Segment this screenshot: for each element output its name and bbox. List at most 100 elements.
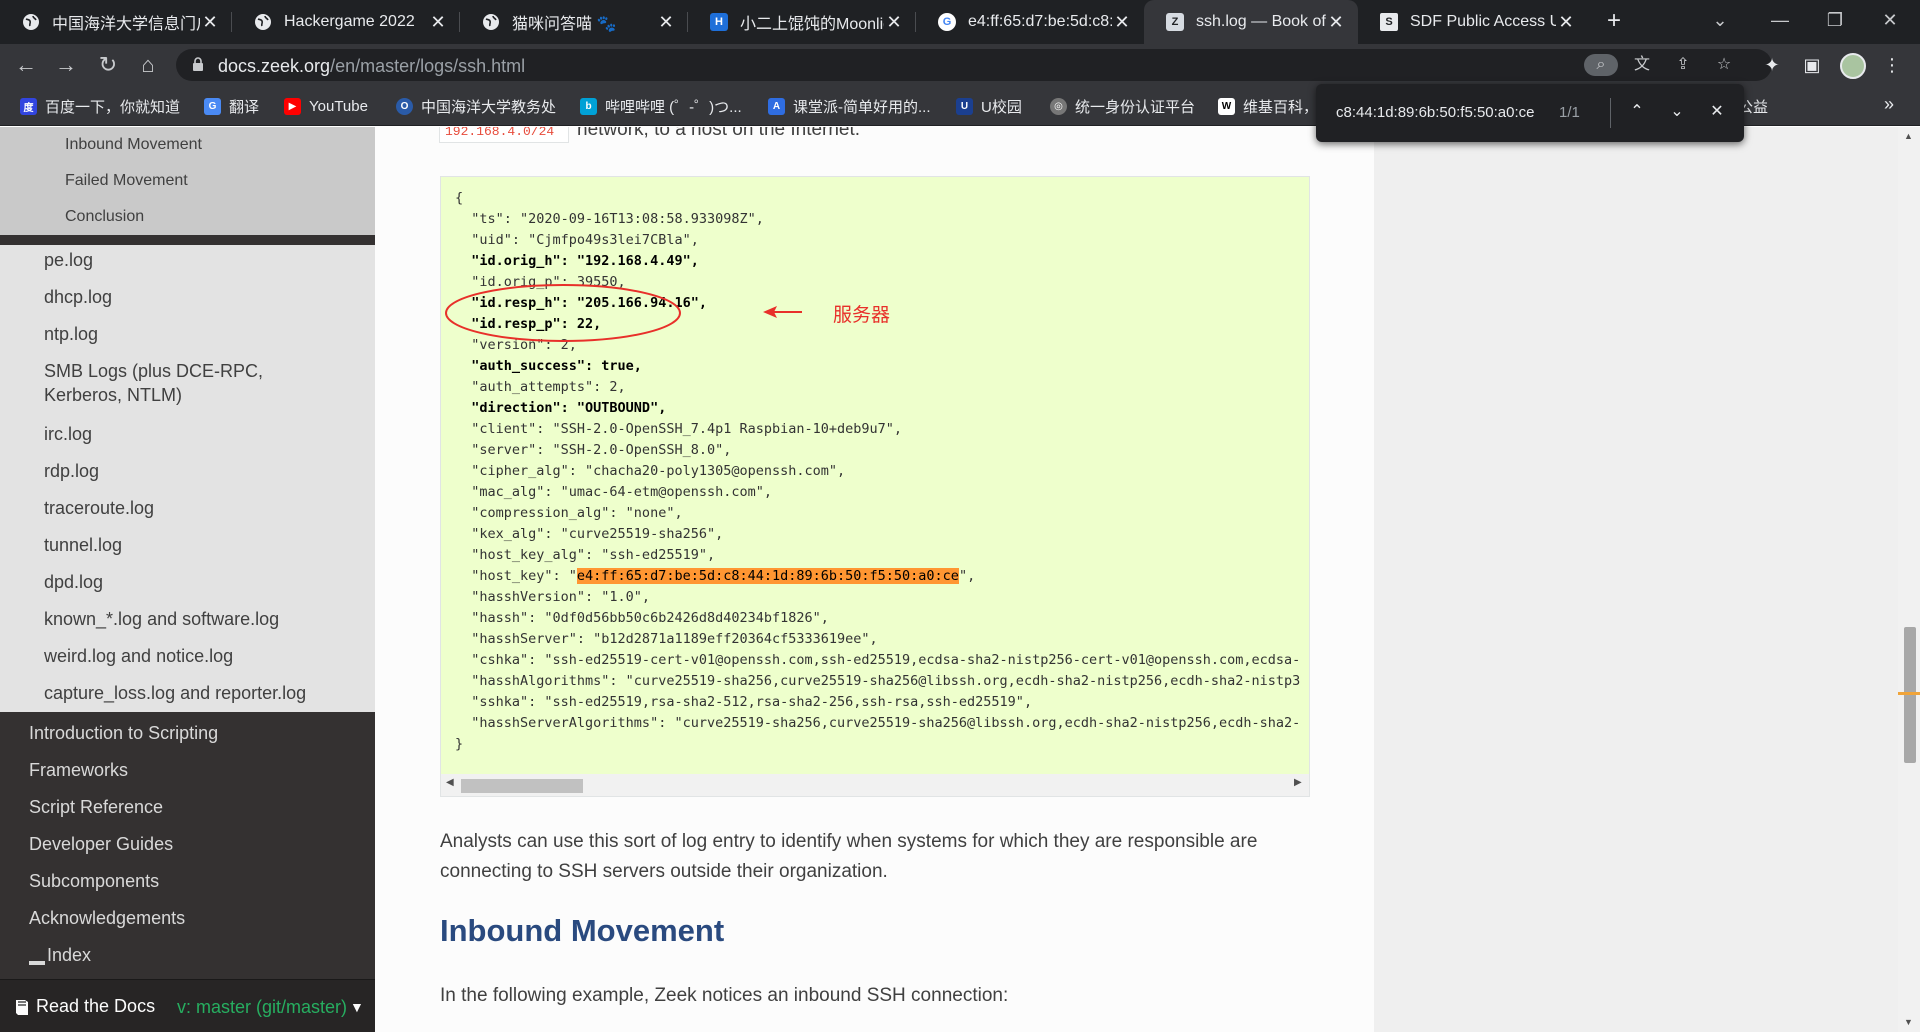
code-line: "sshka": "ssh-ed25519,rsa-sha2-512,rsa-s…	[455, 694, 1033, 710]
sidebar-item-smb-logs-cont[interactable]: Kerberos, NTLM)	[0, 383, 375, 407]
new-tab-button[interactable]: +	[1600, 8, 1628, 36]
partial-paragraph: network, to a host on the Internet.	[577, 127, 861, 140]
sidebar-item-intro-scripting[interactable]: Introduction to Scripting	[0, 721, 375, 745]
close-icon[interactable]: ✕	[884, 12, 904, 33]
find-next-button[interactable]: ⌄	[1666, 101, 1688, 123]
code-line: "uid": "Cjmfpo49s3lei7CBla",	[455, 232, 699, 248]
tab-hackergame[interactable]: Hackergame 2022 ✕	[232, 0, 460, 44]
lock-icon	[193, 57, 203, 71]
sidebar-item-weird-log[interactable]: weird.log and notice.log	[0, 644, 375, 668]
globe-icon	[254, 13, 272, 31]
close-icon[interactable]: ✕	[1556, 12, 1576, 33]
sidebar-item-known-log[interactable]: known_*.log and software.log	[0, 607, 375, 631]
sidebar-item-traceroute-log[interactable]: traceroute.log	[0, 496, 375, 520]
scrollbar-thumb[interactable]	[461, 779, 583, 793]
bookmark-label: 哔哩哔哩 (゜-゜)つ...	[605, 98, 742, 116]
bookmark-baidu[interactable]: 度百度一下，你就知道	[20, 96, 180, 116]
sidebar-item-subcomponents[interactable]: Subcomponents	[0, 869, 375, 893]
sidebar-item-pe-log[interactable]: pe.log	[0, 248, 375, 272]
sidebar-item-inbound-movement[interactable]: Inbound Movement	[0, 127, 375, 163]
tab-google-search[interactable]: G e4:ff:65:d7:be:5d:c8:44 ✕	[916, 0, 1144, 44]
sidebar-item-acknowledgements[interactable]: Acknowledgements	[0, 906, 375, 930]
code-line: "hasshServer": "b12d2871a1189eff20364cf5…	[455, 631, 878, 647]
bookmark-bilibili[interactable]: b 哔哩哔哩 (゜-゜)つ...	[580, 96, 742, 116]
close-icon[interactable]: ✕	[428, 12, 448, 33]
tab-strip: 中国海洋大学信息门户 ✕ Hackergame 2022 ✕ 猫咪问答喵 🐾 ✕…	[0, 0, 1920, 44]
find-in-page-icon[interactable]: ⌕	[1584, 54, 1618, 76]
bookmark-ketangpai[interactable]: A 课堂派-简单好用的...	[768, 96, 931, 116]
bookmark-u-campus[interactable]: U U校园	[956, 96, 1022, 116]
tab-search-icon[interactable]: ⌄	[1690, 0, 1750, 44]
back-button[interactable]: ←	[12, 51, 40, 79]
scroll-right-icon[interactable]: ▶	[1294, 777, 1302, 788]
bookmarks-overflow-icon[interactable]: »	[1884, 94, 1894, 115]
close-icon[interactable]: ✕	[200, 12, 220, 33]
bookmark-auth[interactable]: ◎ 统一身份认证平台	[1050, 96, 1195, 116]
scrollbar-thumb[interactable]	[1904, 627, 1916, 763]
read-the-docs-bar[interactable]: Read the Docs v: master (git/master) ▼	[0, 979, 375, 1032]
translate-icon[interactable]: 文	[1630, 54, 1654, 76]
sidebar-item-script-reference[interactable]: Script Reference	[0, 795, 375, 819]
profile-avatar[interactable]	[1840, 53, 1866, 79]
sidebar-item-dpd-log[interactable]: dpd.log	[0, 570, 375, 594]
reload-button[interactable]: ↻	[94, 51, 122, 79]
find-previous-button[interactable]: ⌃	[1626, 101, 1648, 123]
sidebar-item-dhcp-log[interactable]: dhcp.log	[0, 285, 375, 309]
bookmark-youtube[interactable]: ▶ YouTube	[284, 96, 368, 116]
tab-ssh-log[interactable]: Z ssh.log — Book of Zeek ✕	[1144, 0, 1358, 44]
sidebar-item-rdp-log[interactable]: rdp.log	[0, 459, 375, 483]
bookmark-translate[interactable]: G 翻译	[204, 96, 259, 116]
scroll-up-icon[interactable]: ▲	[1904, 131, 1913, 141]
forward-button[interactable]: →	[52, 51, 80, 79]
section-heading: Inbound Movement	[440, 913, 725, 948]
sidebar-item-conclusion[interactable]: Conclusion	[0, 199, 375, 235]
tab-ouc-portal[interactable]: 中国海洋大学信息门户 ✕	[0, 0, 232, 44]
restore-button[interactable]: ❐	[1805, 0, 1865, 44]
tab-moonlight[interactable]: H 小二上馄饨的Moonlight ✕	[688, 0, 916, 44]
bookmark-star-icon[interactable]: ☆	[1712, 54, 1736, 76]
sidebar-item-frameworks[interactable]: Frameworks	[0, 758, 375, 782]
version-selector[interactable]: v: master (git/master)	[177, 997, 347, 1018]
sidebar-item-irc-log[interactable]: irc.log	[0, 422, 375, 446]
code-line: "ts": "2020-09-16T13:08:58.933098Z",	[455, 211, 764, 227]
tab-sdf[interactable]: S SDF Public Access UNIX ✕	[1358, 0, 1588, 44]
page-scrollbar[interactable]: ▲ ▼	[1898, 127, 1920, 1032]
close-icon[interactable]: ✕	[656, 12, 676, 33]
code-line: "mac_alg": "umac-64-etm@openssh.com",	[455, 484, 772, 500]
tab-cat-quiz[interactable]: 猫咪问答喵 🐾 ✕	[460, 0, 688, 44]
find-input[interactable]: c8:44:1d:89:6b:50:f5:50:a0:ce	[1336, 104, 1535, 121]
tab-title: ssh.log — Book of Zeek	[1196, 13, 1326, 30]
toolbar: ← → ↻ ⌂ docs.zeek.org/en/master/logs/ssh…	[0, 44, 1920, 86]
youtube-icon: ▶	[284, 97, 301, 115]
sidebar-item-ntp-log[interactable]: ntp.log	[0, 322, 375, 346]
sidebar-item-failed-movement[interactable]: Failed Movement	[0, 163, 375, 199]
close-icon[interactable]: ✕	[1326, 12, 1346, 33]
main-content: 192.168.4.0/24 network, to a host on the…	[375, 127, 1374, 1032]
paragraph: Analysts can use this sort of log entry …	[440, 831, 1258, 882]
sidebar-item-smb-logs[interactable]: SMB Logs (plus DCE-RPC,	[0, 359, 375, 383]
code-line: "client": "SSH-2.0-OpenSSH_7.4p1 Raspbia…	[455, 421, 903, 437]
baidu-icon: 度	[20, 97, 37, 115]
bookmark-label: 中国海洋大学教务处	[421, 98, 557, 116]
scroll-left-icon[interactable]: ◀	[446, 777, 454, 788]
side-panel-icon[interactable]: ▣	[1800, 53, 1824, 77]
sidebar-item-index[interactable]: Index	[0, 943, 375, 967]
google-icon: G	[938, 13, 956, 31]
sidebar-item-tunnel-log[interactable]: tunnel.log	[0, 533, 375, 557]
bookmark-wikipedia[interactable]: W 维基百科，	[1218, 96, 1318, 116]
share-icon[interactable]: ⇪	[1671, 54, 1695, 76]
minimize-button[interactable]: —	[1750, 0, 1810, 44]
sidebar-item-developer-guides[interactable]: Developer Guides	[0, 832, 375, 856]
scroll-down-icon[interactable]: ▼	[1904, 1017, 1913, 1027]
sidebar-item-capture-loss-log[interactable]: capture_loss.log and reporter.log	[0, 681, 375, 705]
address-bar[interactable]: docs.zeek.org/en/master/logs/ssh.html ⌕ …	[176, 49, 1772, 81]
menu-icon[interactable]: ⋮	[1880, 53, 1904, 77]
horizontal-scrollbar[interactable]: ◀ ▶	[441, 774, 1309, 796]
close-window-button[interactable]: ✕	[1860, 0, 1920, 44]
extensions-icon[interactable]: ✦	[1760, 53, 1784, 77]
code-line: "cshka": "ssh-ed25519-cert-v01@openssh.c…	[455, 652, 1301, 668]
bookmark-ouc-jwc[interactable]: O 中国海洋大学教务处	[396, 96, 556, 116]
find-close-button[interactable]: ✕	[1706, 101, 1728, 123]
close-icon[interactable]: ✕	[1112, 12, 1132, 33]
home-button[interactable]: ⌂	[134, 51, 162, 79]
